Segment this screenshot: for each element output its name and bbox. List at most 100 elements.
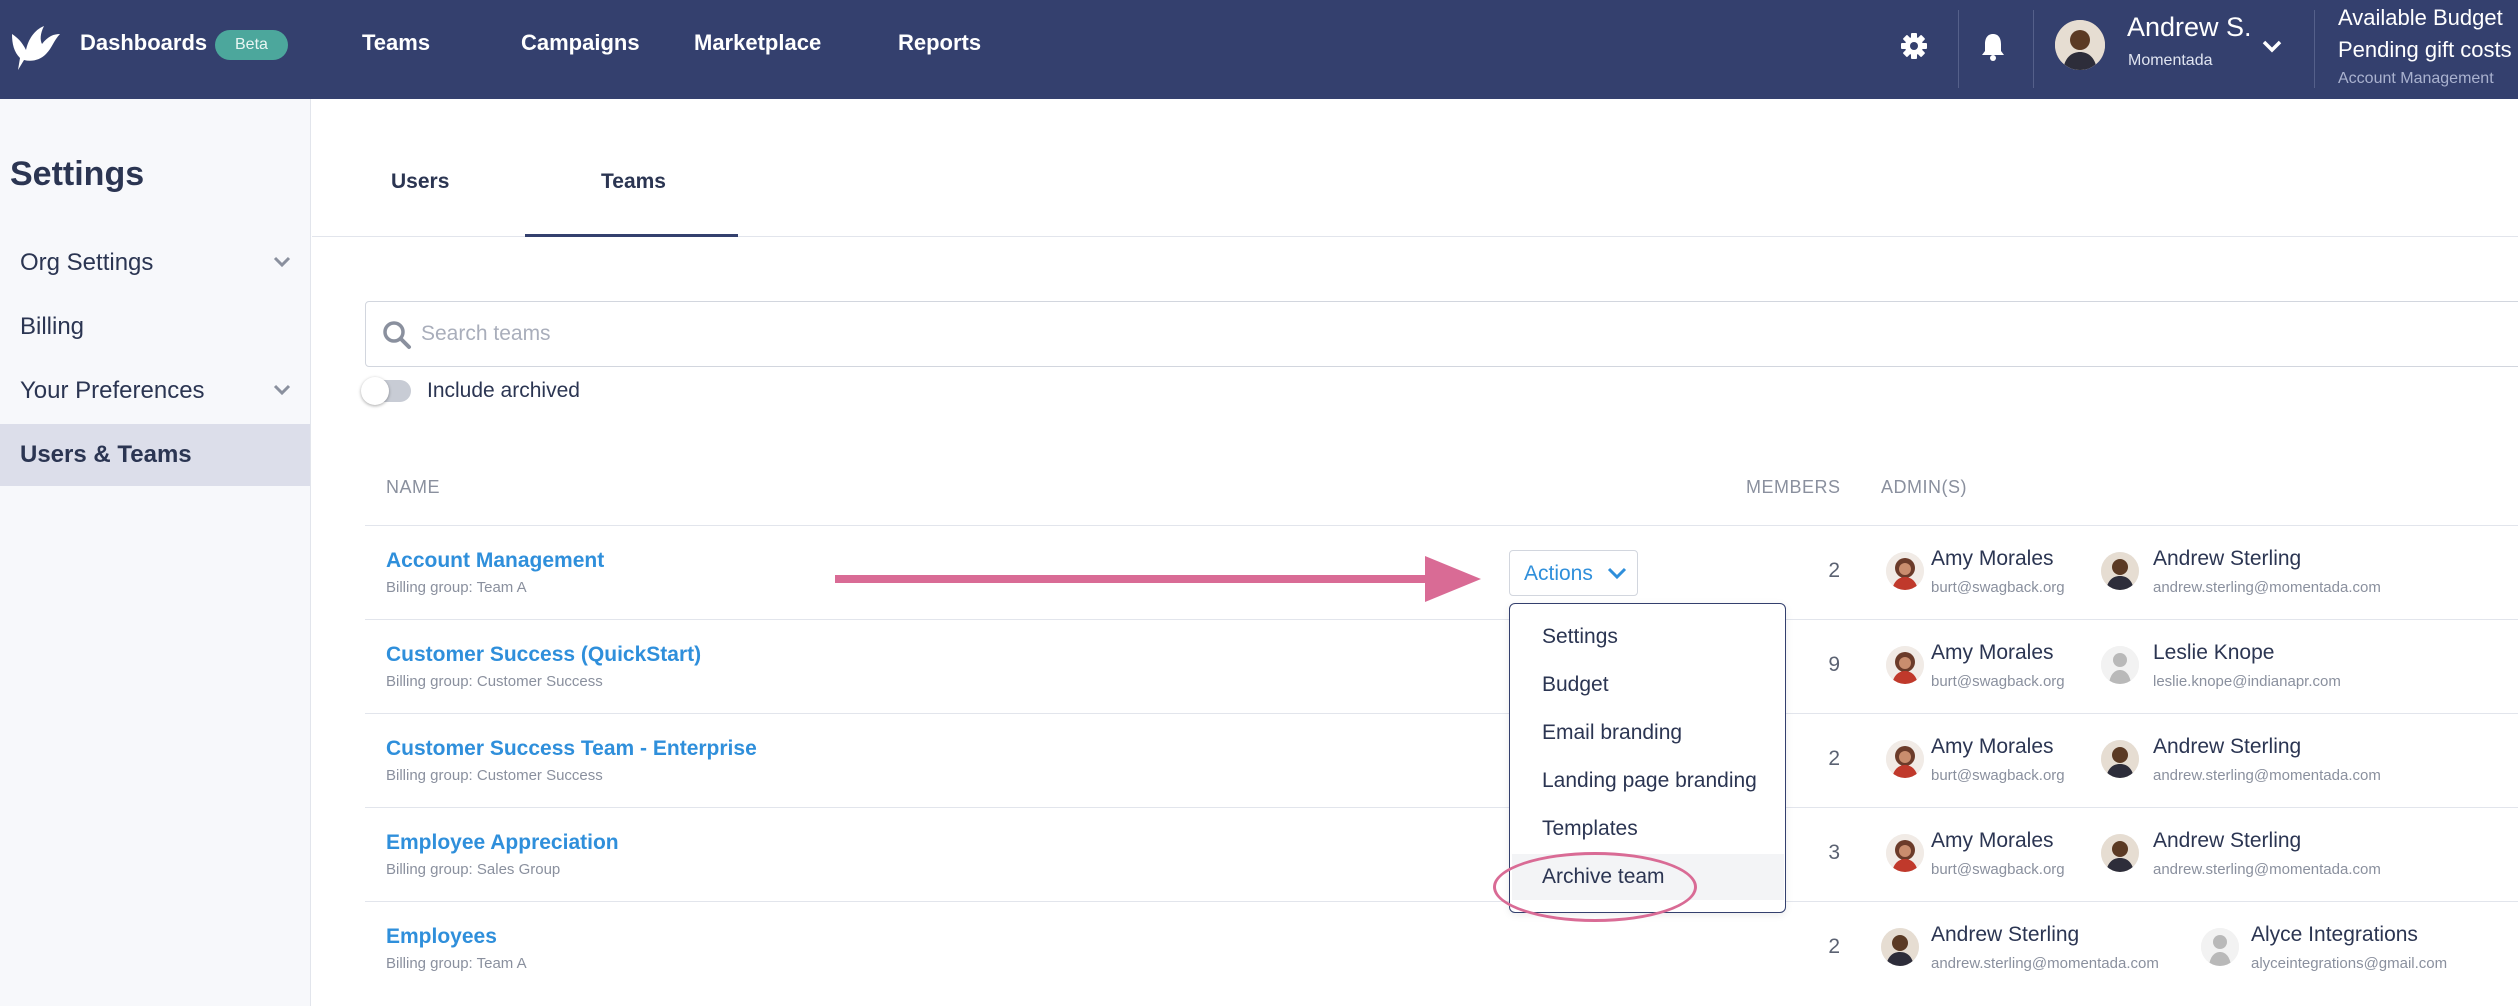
tab-teams[interactable]: Teams [601,170,666,194]
active-tab-indicator [525,234,738,237]
admin-email: andrew.sterling@momentada.com [2153,579,2381,596]
member-count: 2 [1828,559,1840,582]
billing-group: Billing group: Customer Success [386,673,603,690]
search-input[interactable] [421,302,1921,366]
include-archived-label: Include archived [427,379,580,402]
nav-campaigns[interactable]: Campaigns [521,30,640,56]
admin-email: andrew.sterling@momentada.com [2153,767,2381,784]
menu-item-landing-page-branding[interactable]: Landing page branding [1512,758,1784,804]
sidebar-item-billing[interactable]: Billing [0,296,310,358]
team-name-link[interactable]: Customer Success (QuickStart) [386,643,701,667]
annotation-arrow-icon [835,556,1481,602]
row-divider [365,901,2518,902]
chevron-down-icon[interactable] [2260,30,2284,62]
topbar-divider [2033,10,2034,88]
tab-users[interactable]: Users [391,170,449,194]
member-count: 2 [1828,935,1840,958]
menu-item-email-branding[interactable]: Email branding [1512,710,1784,756]
billing-group: Billing group: Sales Group [386,861,561,878]
admin-avatar [1886,552,1924,590]
topbar-divider [1958,10,1959,88]
admin-avatar [1886,646,1924,684]
sidebar-item-label: Users & Teams [20,441,192,468]
team-name-link[interactable]: Employee Appreciation [386,831,619,855]
topbar-divider [2314,10,2315,88]
user-name[interactable]: Andrew S. [2127,12,2252,43]
team-name-link[interactable]: Employees [386,925,497,949]
admin-name: Andrew Sterling [2153,829,2302,852]
search-icon [383,321,411,349]
admin-name: Leslie Knope [2153,641,2275,664]
toggle-knob [361,377,389,405]
sidebar-title: Settings [10,155,145,193]
admin-name: Andrew Sterling [2153,547,2302,570]
pending-gift-costs-label: Pending gift costs [2338,37,2512,62]
include-archived-toggle[interactable] [361,377,411,405]
admin-name: Amy Morales [1931,735,2054,758]
member-count: 2 [1828,747,1840,770]
nav-marketplace[interactable]: Marketplace [694,30,821,56]
top-navigation-bar: Dashboards Beta Teams Campaigns Marketpl… [0,0,2518,99]
nav-reports[interactable]: Reports [898,30,981,56]
admin-avatar [2101,552,2139,590]
admin-name: Amy Morales [1931,547,2054,570]
admin-avatar [1886,834,1924,872]
sidebar-item-label: Your Preferences [20,377,205,404]
member-count: 3 [1828,841,1840,864]
annotation-ellipse [1493,852,1697,922]
sidebar-item-your-preferences[interactable]: Your Preferences [0,360,310,422]
actions-label: Actions [1524,562,1593,585]
settings-sidebar: Settings Org Settings Billing Your Prefe… [0,99,311,1006]
row-divider [365,525,2518,526]
admin-avatar [2101,834,2139,872]
admin-email: andrew.sterling@momentada.com [2153,861,2381,878]
admin-name: Alyce Integrations [2251,923,2418,946]
chevron-down-icon [273,384,291,396]
chevron-down-icon [273,256,291,268]
column-header-members: MEMBERS [1746,477,1841,497]
actions-dropdown-button[interactable]: Actions [1509,550,1638,596]
menu-item-templates[interactable]: Templates [1512,806,1784,852]
available-budget-label: Available Budget [2338,5,2503,30]
bird-logo-icon[interactable] [8,20,62,74]
row-divider [365,807,2518,808]
user-org: Momentada [2128,52,2213,69]
member-count: 9 [1828,653,1840,676]
admin-name: Andrew Sterling [1931,923,2080,946]
row-divider [365,713,2518,714]
admin-avatar [2101,740,2139,778]
admin-avatar [1886,740,1924,778]
admin-email: burt@swagback.org [1931,579,2065,596]
search-box [365,301,2518,367]
admin-name: Amy Morales [1931,641,2054,664]
sidebar-item-org-settings[interactable]: Org Settings [0,232,310,294]
column-header-name: NAME [386,477,441,497]
admin-email: burt@swagback.org [1931,767,2065,784]
admin-email: leslie.knope@indianapr.com [2153,673,2341,690]
admin-email: andrew.sterling@momentada.com [1931,955,2159,972]
sidebar-item-label: Billing [20,313,85,340]
nav-teams[interactable]: Teams [362,30,430,56]
gear-icon[interactable] [1896,28,1932,64]
row-divider [365,619,2518,620]
admin-email: alyceintegrations@gmail.com [2251,955,2448,972]
default-avatar-icon [2201,928,2239,966]
billing-group: Billing group: Team A [386,955,527,972]
sidebar-item-label: Org Settings [20,249,154,276]
admin-name: Andrew Sterling [2153,735,2302,758]
menu-item-settings[interactable]: Settings [1512,614,1784,660]
column-header-admins: ADMIN(S) [1881,477,1967,497]
default-avatar-icon [2101,646,2139,684]
budget-team-label: Account Management [2338,70,2494,87]
billing-group: Billing group: Team A [386,579,527,596]
admin-name: Amy Morales [1931,829,2054,852]
nav-dashboards[interactable]: Dashboards [80,30,207,56]
bell-icon[interactable] [1975,28,2011,64]
user-avatar[interactable] [2055,20,2105,70]
menu-item-budget[interactable]: Budget [1512,662,1784,708]
team-name-link[interactable]: Account Management [386,549,604,573]
team-name-link[interactable]: Customer Success Team - Enterprise [386,737,757,761]
admin-email: burt@swagback.org [1931,861,2065,878]
beta-badge: Beta [215,30,288,60]
sidebar-item-users-teams[interactable]: Users & Teams [0,424,310,486]
